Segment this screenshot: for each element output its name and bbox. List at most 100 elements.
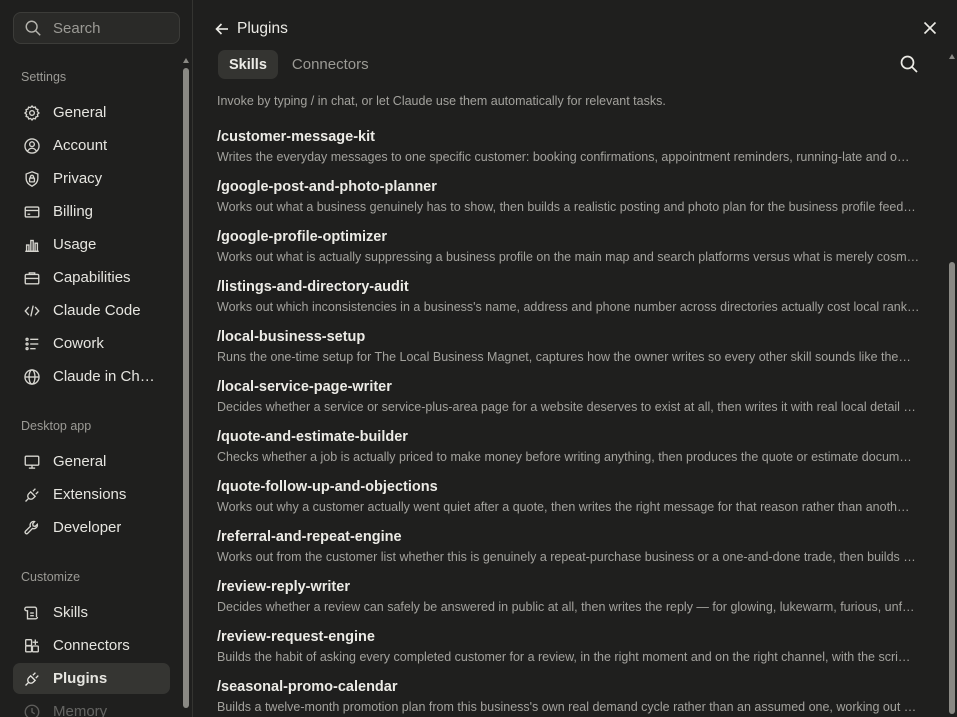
skill-name: /listings-and-directory-audit [217,279,409,295]
sidebar-item-label: Account [53,137,108,154]
plug-icon [23,486,41,504]
tab-skills[interactable]: Skills [218,50,278,79]
sidebar-item-label: Billing [53,203,94,220]
sidebar-item-label: Extensions [53,486,127,503]
skill-description: Works out what is actually suppressing a… [217,250,920,264]
search-button[interactable] [899,54,919,74]
sidebar-item-memory[interactable]: Memory [13,696,170,717]
search-icon [25,20,41,36]
skill-name: /seasonal-promo-calendar [217,679,398,695]
sidebar-search[interactable] [13,12,180,44]
sidebar-item-general[interactable]: General [13,97,170,128]
sidebar-item-label: General [53,453,107,470]
sidebar-item-connectors[interactable]: Connectors [13,630,170,661]
sidebar: Settings General Account Privacy Billing… [0,0,193,717]
sidebar-item-skills[interactable]: Skills [13,597,170,628]
sidebar-item-label: Cowork [53,335,104,352]
close-icon [923,21,937,35]
grid-plus-icon [23,637,41,655]
skill-description: Checks whether a job is actually priced … [217,450,912,464]
sidebar-item-account[interactable]: Account [13,130,170,161]
main-scrollbar[interactable] [949,262,955,714]
sidebar-item-label: Privacy [53,170,103,187]
skill-item[interactable]: /quote-and-estimate-builder Checks whethe… [217,428,927,478]
shield-lock-icon [23,170,41,188]
skill-description: Runs the one-time setup for The Local Bu… [217,350,911,364]
skill-list: /customer-message-kit Writes the everyday… [217,128,927,717]
skill-item[interactable]: /quote-follow-up-and-objections Works out… [217,478,927,528]
search-icon [900,55,918,73]
section-label-desktop-app: Desktop app [21,419,92,433]
skill-item[interactable]: /google-post-and-photo-planner Works out … [217,178,927,228]
sidebar-item-label: Usage [53,236,97,253]
sidebar-item-billing[interactable]: Billing [13,196,170,227]
section-label-customize: Customize [21,570,81,584]
skill-item[interactable]: /google-profile-optimizer Works out what … [217,228,927,278]
user-circle-icon [23,137,41,155]
sidebar-item-cowork[interactable]: Cowork [13,328,170,359]
bar-chart-icon [23,236,41,254]
skill-name: /referral-and-repeat-engine [217,529,402,545]
briefcase-icon [23,269,41,287]
sidebar-item-label: Capabilities [53,269,131,286]
sidebar-scroll-up-arrow[interactable] [183,58,189,63]
globe-icon [23,368,41,386]
skills-icon [23,604,41,622]
sidebar-item-label: Claude in Chr… [53,368,159,385]
skill-item[interactable]: /referral-and-repeat-engine Works out fro… [217,528,927,578]
skill-description: Decides whether a review can safely be a… [217,600,915,614]
skill-name: /google-profile-optimizer [217,229,387,245]
skill-name: /local-business-setup [217,329,366,345]
skill-name: /review-reply-writer [217,579,350,595]
sidebar-item-label: Memory [53,703,108,717]
skill-item[interactable]: /local-business-setup Runs the one-time s… [217,328,927,378]
code-icon [23,302,41,320]
skill-description: Works out from the customer list whether… [217,550,916,564]
credit-card-icon [23,203,41,221]
tab-bar: Skills Connectors [218,50,380,79]
sidebar-item-usage[interactable]: Usage [13,229,170,260]
sidebar-item-label: Developer [53,519,122,536]
plug-icon [23,670,41,688]
sidebar-item-label: Claude Code [53,302,141,319]
sidebar-item-capabilities[interactable]: Capabilities [13,262,170,293]
skill-item[interactable]: /local-service-page-writer Decides whethe… [217,378,927,428]
sidebar-item-extensions[interactable]: Extensions [13,479,170,510]
skill-name: /review-request-engine [217,629,375,645]
skill-item[interactable]: /review-reply-writer Decides whether a re… [217,578,927,628]
skill-item[interactable]: /customer-message-kit Writes the everyday… [217,128,927,178]
skill-description: Builds the habit of asking every complet… [217,650,911,664]
memory-icon [23,703,41,717]
skill-description: Works out which inconsistencies in a bus… [217,300,920,314]
sidebar-item-claude-in-chrome[interactable]: Claude in Chr… [13,361,170,392]
skill-name: /local-service-page-writer [217,379,392,395]
section-label-settings: Settings [21,70,67,84]
skill-description: Decides whether a service or service-plu… [217,400,916,414]
sidebar-item-plugins[interactable]: Plugins [13,663,170,694]
sidebar-item-label: Plugins [53,670,108,687]
skill-name: /quote-follow-up-and-objections [217,479,438,495]
tab-connectors[interactable]: Connectors [281,50,380,79]
sidebar-item-label: Skills [53,604,89,621]
skill-item[interactable]: /listings-and-directory-audit Works out w… [217,278,927,328]
sidebar-item-developer[interactable]: Developer [13,512,170,543]
skill-description: Works out why a customer actually went q… [217,500,910,514]
checklist-icon [23,335,41,353]
main-scroll-up-arrow[interactable] [949,54,955,59]
sidebar-item-desktop-general[interactable]: General [13,446,170,477]
skill-item[interactable]: /review-request-engine Builds the habit o… [217,628,927,678]
skills-intro-text: Invoke by typing / in chat, or let Claud… [217,94,666,108]
search-input[interactable] [53,19,173,37]
sidebar-item-label: General [53,104,107,121]
skill-item[interactable]: /seasonal-promo-calendar Builds a twelve-… [217,678,927,717]
sidebar-item-claude-code[interactable]: Claude Code [13,295,170,326]
close-button[interactable] [922,20,938,36]
skill-name: /quote-and-estimate-builder [217,429,408,445]
gear-icon [23,104,41,122]
arrow-left-icon [215,23,228,35]
skill-name: /customer-message-kit [217,129,375,145]
settings-window: Settings General Account Privacy Billing… [0,0,957,717]
back-button[interactable]: Plugins [214,18,288,40]
sidebar-scrollbar[interactable] [183,68,189,708]
sidebar-item-privacy[interactable]: Privacy [13,163,170,194]
